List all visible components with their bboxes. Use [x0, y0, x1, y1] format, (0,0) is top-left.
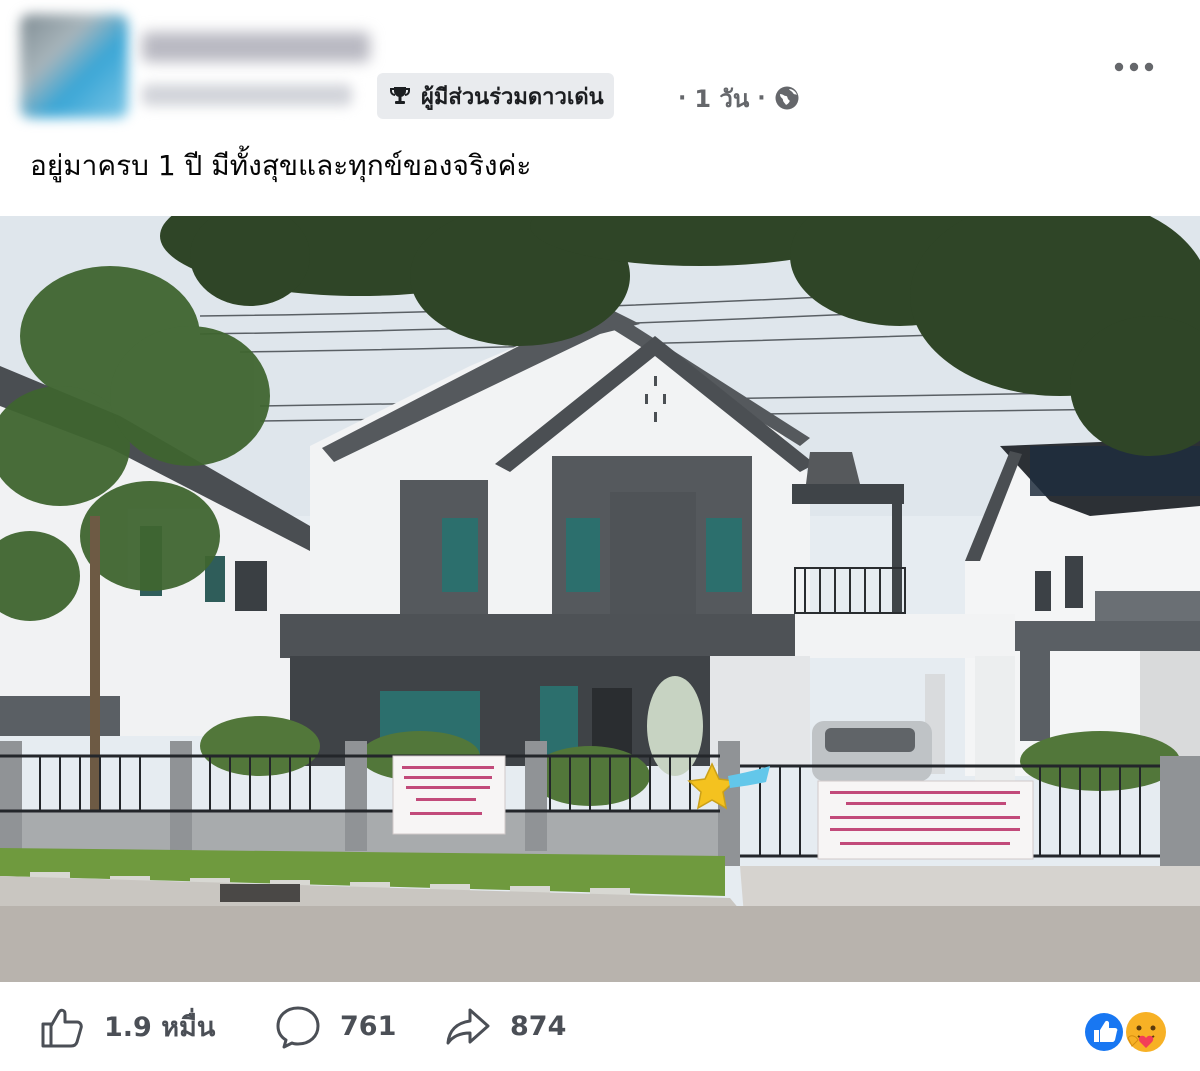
like-reaction-icon — [1083, 1011, 1125, 1053]
care-reaction-icon — [1126, 1012, 1166, 1052]
author-subtitle — [142, 84, 352, 106]
avatar[interactable] — [20, 14, 128, 118]
house-photo — [0, 216, 1200, 982]
badge-label: ผู้มีส่วนร่วมดาวเด่น — [421, 84, 604, 110]
share-count: 874 — [510, 1011, 567, 1042]
globe-icon[interactable] — [774, 85, 800, 111]
comment-count: 761 — [340, 1011, 397, 1042]
share-arrow-icon — [444, 1003, 492, 1051]
more-options-button[interactable] — [1106, 50, 1162, 84]
more-horizontal-icon — [1113, 58, 1155, 77]
trophy-icon — [387, 83, 413, 109]
post-photo[interactable] — [0, 216, 1200, 982]
like-thumb-icon — [38, 1003, 86, 1051]
comment-bubble-icon — [274, 1003, 322, 1051]
comment-button[interactable]: 761 — [274, 982, 396, 1071]
post-header: ผู้มีส่วนร่วมดาวเด่น · 1 วัน · — [0, 0, 1200, 140]
post-action-bar: 1.9 หมื่น 761 874 — [0, 982, 1200, 1071]
post-timestamp[interactable]: 1 วัน — [694, 79, 749, 118]
meta-separator-2: · — [757, 85, 766, 111]
share-button[interactable]: 874 — [444, 982, 566, 1071]
reaction-summary[interactable] — [1080, 1008, 1170, 1056]
author-name[interactable] — [142, 32, 370, 62]
meta-separator: · — [678, 85, 687, 111]
top-contributor-badge[interactable]: ผู้มีส่วนร่วมดาวเด่น — [377, 73, 614, 119]
like-button[interactable]: 1.9 หมื่น — [38, 982, 215, 1071]
post-text: อยู่มาครบ 1 ปี มีทั้งสุขและทุกข์ของจริงค… — [30, 149, 532, 182]
post-meta: · 1 วัน · — [678, 80, 800, 116]
like-count: 1.9 หมื่น — [104, 1012, 216, 1043]
